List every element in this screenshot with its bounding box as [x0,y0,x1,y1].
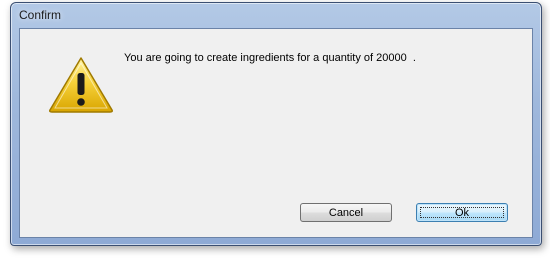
confirm-dialog-window: Confirm You are going to create ingredie… [10,2,542,246]
window-title: Confirm [19,8,62,22]
ok-button[interactable]: Ok [416,203,508,222]
confirm-message: You are going to create ingredients for … [124,52,416,64]
cancel-button-label: Cancel [328,206,364,219]
warning-icon [49,57,113,113]
dialog-content: You are going to create ingredients for … [19,28,533,238]
title-bar[interactable]: Confirm [11,3,541,27]
focus-ring [420,207,504,218]
cancel-button[interactable]: Cancel [300,203,392,222]
